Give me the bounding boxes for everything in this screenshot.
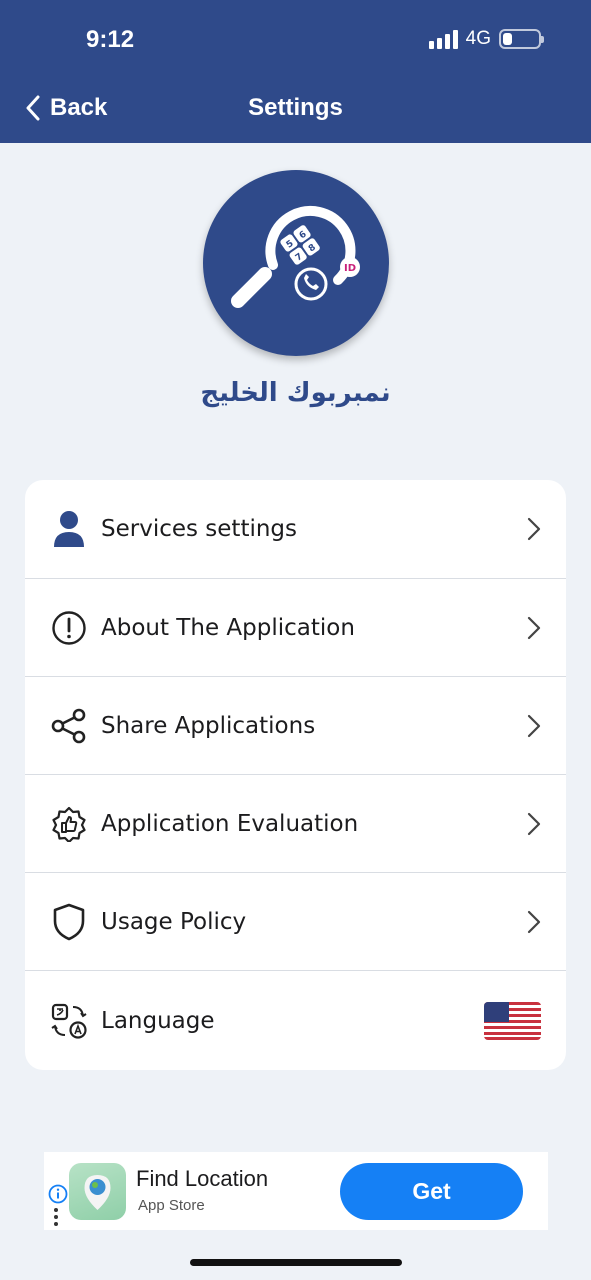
chevron-right-icon xyxy=(527,517,541,541)
ad-subtitle: App Store xyxy=(138,1197,205,1214)
menu-item-services-settings[interactable]: Services settings xyxy=(25,480,566,578)
status-time: 9:12 xyxy=(86,26,135,53)
page-title: Settings xyxy=(248,94,343,121)
us-flag-icon xyxy=(484,1002,541,1040)
user-icon xyxy=(51,511,87,547)
menu-item-about[interactable]: About The Application xyxy=(25,578,566,676)
signal-icon xyxy=(428,29,458,49)
menu-item-label: Share Applications xyxy=(101,712,316,739)
menu-item-language[interactable]: Language xyxy=(25,970,566,1070)
network-type: 4G xyxy=(465,28,491,49)
chevron-right-icon xyxy=(527,910,541,933)
more-options-icon[interactable] xyxy=(54,1208,58,1226)
battery-icon xyxy=(499,29,544,49)
chevron-right-icon xyxy=(527,714,541,737)
ad-title: Find Location xyxy=(136,1166,269,1191)
chevron-right-icon xyxy=(527,812,541,835)
menu-item-share[interactable]: Share Applications xyxy=(25,676,566,774)
settings-menu: Services settings About The Application … xyxy=(25,480,566,1070)
share-icon xyxy=(51,708,87,744)
app-name: نمبربوك الخليج xyxy=(200,378,391,408)
logo-badge: ID xyxy=(344,263,356,274)
shield-icon xyxy=(51,903,87,940)
menu-item-evaluation[interactable]: Application Evaluation xyxy=(25,774,566,872)
top-bar: 9:12 4G Back Settings xyxy=(0,0,591,143)
menu-item-label: Application Evaluation xyxy=(101,810,359,837)
menu-item-usage-policy[interactable]: Usage Policy xyxy=(25,872,566,970)
thumbs-up-badge-icon xyxy=(51,806,87,842)
translate-icon xyxy=(51,1003,87,1039)
menu-item-label: About The Application xyxy=(101,614,355,641)
menu-item-label: Language xyxy=(101,1007,215,1034)
menu-item-label: Usage Policy xyxy=(101,908,247,935)
chevron-right-icon xyxy=(527,616,541,639)
menu-item-label: Services settings xyxy=(101,516,298,542)
ad-app-icon xyxy=(69,1163,126,1220)
status-indicators: 4G xyxy=(428,28,544,50)
info-icon[interactable] xyxy=(48,1184,68,1204)
home-indicator xyxy=(190,1259,402,1266)
app-logo: 5 6 7 8 ID xyxy=(203,170,389,356)
ad-get-button[interactable]: Get xyxy=(340,1163,523,1220)
ad-banner[interactable]: Find Location App Store Get xyxy=(44,1152,548,1230)
info-circle-icon xyxy=(51,610,87,646)
